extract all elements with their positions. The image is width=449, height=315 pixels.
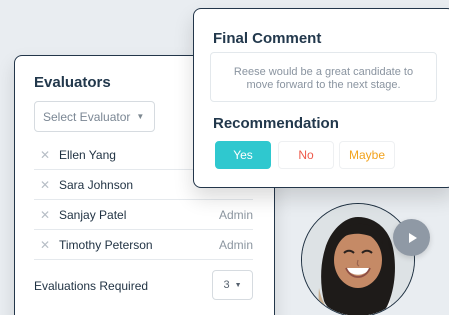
final-comment-card: Final Comment Reese would be a great can…	[193, 8, 449, 188]
chevron-down-icon: ▼	[234, 281, 242, 289]
close-icon[interactable]: ✕	[40, 178, 54, 192]
avatar	[302, 204, 414, 315]
play-icon	[408, 232, 417, 243]
evaluator-row-timothy-peterson: ✕ Timothy Peterson Admin	[34, 230, 253, 260]
evaluations-required-select[interactable]: 3 ▼	[212, 270, 253, 300]
recommendation-maybe-button[interactable]: Maybe	[339, 141, 395, 169]
evaluator-role: Admin	[218, 237, 253, 252]
recommendation-yes-button[interactable]: Yes	[215, 141, 271, 169]
evaluations-required-value: 3	[223, 279, 230, 291]
select-evaluator-dropdown[interactable]: Select Evaluator ▼	[34, 101, 155, 132]
play-button[interactable]	[393, 219, 430, 256]
chevron-down-icon: ▼	[136, 112, 145, 121]
evaluator-role: Admin	[218, 207, 253, 222]
select-evaluator-placeholder: Select Evaluator	[43, 109, 131, 124]
evaluator-name: Sanjay Patel	[59, 207, 127, 222]
candidate-video-avatar[interactable]	[301, 203, 415, 315]
evaluator-name: Timothy Peterson	[59, 237, 153, 252]
evaluations-required-label: Evaluations Required	[34, 279, 149, 293]
final-comment-title: Final Comment	[213, 30, 322, 47]
close-icon[interactable]: ✕	[40, 238, 54, 252]
close-icon[interactable]: ✕	[40, 208, 54, 222]
evaluator-row-sanjay-patel: ✕ Sanjay Patel Admin	[34, 200, 253, 230]
final-comment-textarea[interactable]: Reese would be a great candidate to move…	[210, 52, 437, 102]
recommendation-no-button[interactable]: No	[278, 141, 334, 169]
close-icon[interactable]: ✕	[40, 148, 54, 162]
recommendation-title: Recommendation	[213, 115, 339, 132]
evaluators-title: Evaluators	[34, 74, 111, 91]
